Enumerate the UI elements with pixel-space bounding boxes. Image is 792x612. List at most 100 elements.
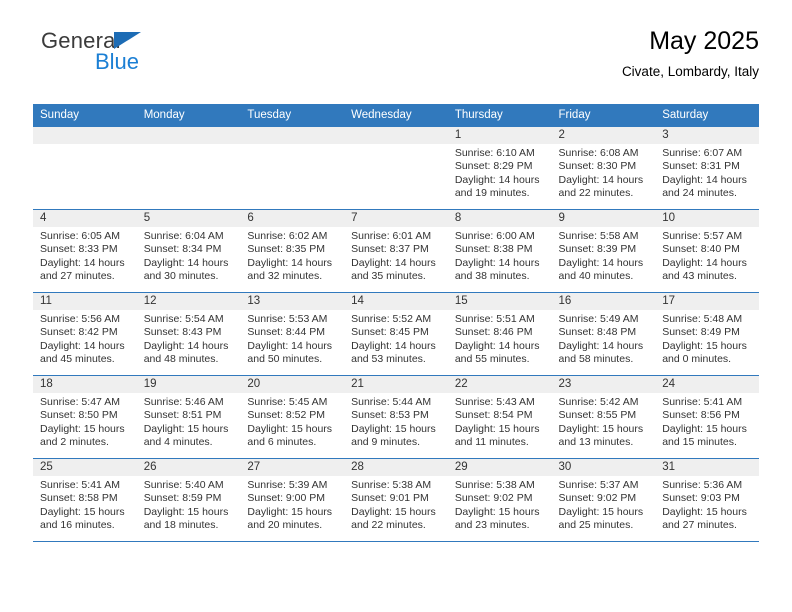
daylight-duration-line2: and 50 minutes. [247, 353, 323, 366]
day-number: 15 [447, 293, 552, 310]
sun-info: Sunrise: 5:41 AM Sunset: 8:58 PM Daylight:… [33, 476, 137, 533]
calendar-day-cell[interactable]: 17 Sunrise: 5:48 AM Sunset: 8:49 PM Dayligh… [655, 292, 759, 376]
sunrise-time: Sunrise: 6:08 AM [558, 147, 639, 159]
day-number: 18 [33, 376, 137, 393]
sunset-time: Sunset: 9:00 PM [247, 492, 326, 505]
day-cell-inner: 8 Sunrise: 6:00 AM Sunset: 8:38 PM Daylight… [447, 210, 552, 292]
calendar-week-row: 1 Sunrise: 6:10 AM Sunset: 8:29 PM Daylight… [33, 127, 759, 210]
calendar-day-cell[interactable]: 2 Sunrise: 6:08 AM Sunset: 8:30 PM Daylight… [551, 127, 656, 210]
day-cell-inner [344, 127, 448, 209]
daylight-duration-line1: Daylight: 14 hours [247, 256, 333, 269]
calendar-week-row: 25 Sunrise: 5:41 AM Sunset: 8:58 PM Dayligh… [33, 458, 759, 542]
day-cell-inner: 7 Sunrise: 6:01 AM Sunset: 8:37 PM Daylight… [344, 210, 448, 292]
sunset-time: Sunset: 8:31 PM [662, 160, 740, 173]
day-cell-inner: 31 Sunrise: 5:36 AM Sunset: 9:03 PM Dayligh… [655, 459, 759, 541]
day-cell-inner: 16 Sunrise: 5:49 AM Sunset: 8:48 PM Dayligh… [551, 293, 656, 375]
day-number: 9 [551, 210, 656, 227]
daylight-duration-line2: and 19 minutes. [454, 187, 530, 200]
day-number: 25 [33, 459, 137, 476]
daylight-duration-line2: and 6 minutes. [247, 436, 317, 449]
sun-info: Sunrise: 5:42 AM Sunset: 8:55 PM Daylight:… [552, 393, 656, 450]
day-number: 31 [655, 459, 759, 476]
day-number: 16 [551, 293, 656, 310]
title-block: May 2025 Civate, Lombardy, Italy [622, 27, 759, 79]
brand-logo[interactable]: General Blue [37, 30, 237, 86]
calendar-day-cell[interactable]: 14 Sunrise: 5:52 AM Sunset: 8:45 PM Dayligh… [344, 292, 448, 376]
daylight-duration-line1: Daylight: 14 hours [558, 339, 644, 352]
sunrise-time: Sunrise: 5:43 AM [454, 396, 535, 408]
calendar-day-cell[interactable]: 6 Sunrise: 6:02 AM Sunset: 8:35 PM Daylight… [240, 209, 345, 293]
sun-info: Sunrise: 5:56 AM Sunset: 8:42 PM Daylight:… [33, 310, 137, 367]
calendar-day-cell[interactable]: 16 Sunrise: 5:49 AM Sunset: 8:48 PM Dayligh… [551, 292, 656, 376]
day-number: 14 [344, 293, 448, 310]
calendar-day-cell[interactable]: 12 Sunrise: 5:54 AM Sunset: 8:43 PM Dayligh… [136, 292, 241, 376]
daylight-duration-line2: and 58 minutes. [558, 353, 634, 366]
calendar-table: Sunday Monday Tuesday Wednesday Thursday… [33, 104, 759, 542]
daylight-duration-line1: Daylight: 14 hours [351, 339, 436, 352]
day-cell-inner: 28 Sunrise: 5:38 AM Sunset: 9:01 PM Dayligh… [344, 459, 448, 541]
sunset-time: Sunset: 8:59 PM [143, 492, 222, 505]
sunset-time: Sunset: 8:34 PM [143, 243, 222, 256]
calendar-day-cell[interactable]: 29 Sunrise: 5:38 AM Sunset: 9:02 PM Dayligh… [447, 458, 552, 542]
sunrise-time: Sunrise: 5:40 AM [143, 479, 224, 491]
calendar-week-row: 4 Sunrise: 6:05 AM Sunset: 8:33 PM Daylight… [33, 209, 759, 293]
weekday-header-friday: Friday [551, 104, 656, 127]
daylight-duration-line1: Daylight: 15 hours [558, 505, 644, 518]
calendar-day-cell[interactable]: 1 Sunrise: 6:10 AM Sunset: 8:29 PM Daylight… [447, 127, 552, 210]
day-cell-inner: 26 Sunrise: 5:40 AM Sunset: 8:59 PM Dayligh… [136, 459, 241, 541]
daylight-duration-line1: Daylight: 14 hours [454, 173, 540, 186]
daylight-duration-line2: and 23 minutes. [454, 519, 530, 532]
sunrise-time: Sunrise: 5:36 AM [662, 479, 743, 491]
calendar-day-cell[interactable]: 11 Sunrise: 5:56 AM Sunset: 8:42 PM Dayligh… [33, 292, 137, 376]
daylight-duration-line1: Daylight: 14 hours [40, 256, 125, 269]
calendar-day-cell[interactable]: 30 Sunrise: 5:37 AM Sunset: 9:02 PM Dayligh… [551, 458, 656, 542]
calendar-day-cell[interactable]: 26 Sunrise: 5:40 AM Sunset: 8:59 PM Dayligh… [136, 458, 241, 542]
sunset-time: Sunset: 8:58 PM [40, 492, 118, 505]
calendar-day-cell[interactable]: 9 Sunrise: 5:58 AM Sunset: 8:39 PM Daylight… [551, 209, 656, 293]
calendar-day-cell[interactable]: 19 Sunrise: 5:46 AM Sunset: 8:51 PM Dayligh… [136, 375, 241, 459]
sunrise-time: Sunrise: 5:38 AM [454, 479, 535, 491]
day-number: 28 [344, 459, 448, 476]
calendar-day-cell[interactable]: 8 Sunrise: 6:00 AM Sunset: 8:38 PM Daylight… [447, 209, 552, 293]
sunrise-time: Sunrise: 6:10 AM [454, 147, 535, 159]
brand-triangle-icon [114, 32, 141, 49]
daylight-duration-line2: and 9 minutes. [351, 436, 420, 449]
calendar-day-cell[interactable]: 7 Sunrise: 6:01 AM Sunset: 8:37 PM Daylight… [344, 209, 448, 293]
sunrise-time: Sunrise: 5:53 AM [247, 313, 328, 325]
day-number: 11 [33, 293, 137, 310]
day-cell-inner: 5 Sunrise: 6:04 AM Sunset: 8:34 PM Daylight… [136, 210, 241, 292]
sunrise-time: Sunrise: 5:52 AM [351, 313, 432, 325]
sunset-time: Sunset: 8:56 PM [662, 409, 740, 422]
calendar-day-cell[interactable]: 24 Sunrise: 5:41 AM Sunset: 8:56 PM Dayligh… [655, 375, 759, 459]
daylight-duration-line2: and 13 minutes. [558, 436, 634, 449]
calendar-day-cell[interactable]: 23 Sunrise: 5:42 AM Sunset: 8:55 PM Dayligh… [551, 375, 656, 459]
weekday-header-tuesday: Tuesday [240, 104, 345, 127]
calendar-day-cell[interactable]: 5 Sunrise: 6:04 AM Sunset: 8:34 PM Daylight… [136, 209, 241, 293]
daylight-duration-line1: Daylight: 15 hours [247, 422, 333, 435]
calendar-day-cell[interactable]: 18 Sunrise: 5:47 AM Sunset: 8:50 PM Dayligh… [33, 375, 137, 459]
calendar-day-cell[interactable]: 27 Sunrise: 5:39 AM Sunset: 9:00 PM Dayligh… [240, 458, 345, 542]
daylight-duration-line2: and 30 minutes. [143, 270, 219, 283]
calendar-day-cell[interactable]: 3 Sunrise: 6:07 AM Sunset: 8:31 PM Daylight… [655, 127, 759, 210]
daylight-duration-line2: and 15 minutes. [662, 436, 737, 449]
sunrise-time: Sunrise: 5:44 AM [351, 396, 432, 408]
calendar-day-cell[interactable]: 25 Sunrise: 5:41 AM Sunset: 8:58 PM Dayligh… [33, 458, 137, 542]
calendar-day-cell[interactable]: 20 Sunrise: 5:45 AM Sunset: 8:52 PM Dayligh… [240, 375, 345, 459]
sun-info: Sunrise: 5:48 AM Sunset: 8:49 PM Daylight:… [655, 310, 759, 367]
calendar-day-cell[interactable]: 15 Sunrise: 5:51 AM Sunset: 8:46 PM Dayligh… [447, 292, 552, 376]
calendar-day-cell[interactable]: 10 Sunrise: 5:57 AM Sunset: 8:40 PM Dayligh… [655, 209, 759, 293]
page-title: May 2025 [649, 27, 759, 55]
daylight-duration-line2: and 38 minutes. [454, 270, 530, 283]
day-cell-inner: 3 Sunrise: 6:07 AM Sunset: 8:31 PM Daylight… [655, 127, 759, 209]
calendar-day-cell[interactable]: 31 Sunrise: 5:36 AM Sunset: 9:03 PM Dayligh… [655, 458, 759, 542]
calendar-day-cell[interactable]: 28 Sunrise: 5:38 AM Sunset: 9:01 PM Dayligh… [344, 458, 448, 542]
calendar-day-cell[interactable]: 4 Sunrise: 6:05 AM Sunset: 8:33 PM Daylight… [33, 209, 137, 293]
calendar-day-cell[interactable]: 13 Sunrise: 5:53 AM Sunset: 8:44 PM Dayligh… [240, 292, 345, 376]
sunset-time: Sunset: 8:30 PM [558, 160, 637, 173]
day-number: 23 [551, 376, 656, 393]
brand-name-blue: Blue [95, 49, 140, 74]
calendar-day-cell[interactable]: 22 Sunrise: 5:43 AM Sunset: 8:54 PM Dayligh… [447, 375, 552, 459]
sun-info: Sunrise: 5:44 AM Sunset: 8:53 PM Daylight:… [344, 393, 448, 450]
day-cell-inner [33, 127, 137, 209]
calendar-day-cell[interactable]: 21 Sunrise: 5:44 AM Sunset: 8:53 PM Dayligh… [344, 375, 448, 459]
